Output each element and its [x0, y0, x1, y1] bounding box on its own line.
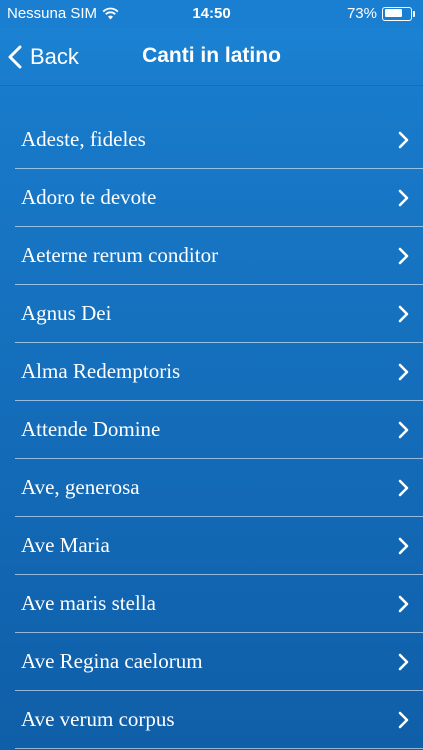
list-item-label: Aeterne rerum conditor [21, 243, 219, 267]
battery-tip [413, 10, 415, 17]
chevron-right-icon [398, 653, 409, 671]
list-item-label: Attende Domine [21, 417, 161, 441]
list-item[interactable]: Adeste, fideles [0, 111, 423, 169]
chevron-right-icon [398, 247, 409, 265]
list-item-label: Alma Redemptoris [21, 359, 181, 383]
list-item-label: Ave, generosa [21, 475, 140, 499]
song-list: Adeste, fideles Adoro te devote Aeterne re… [0, 111, 423, 749]
list-item[interactable]: Ave maris stella [0, 575, 423, 633]
battery-percent: 73% [346, 5, 377, 22]
list-item[interactable]: Adoro te devote [0, 169, 423, 227]
battery-icon [382, 6, 412, 21]
chevron-right-icon [398, 595, 409, 613]
status-right: 73% [347, 5, 415, 22]
list-item[interactable]: Alma Redemptoris [0, 343, 423, 401]
list-item[interactable]: Ave Regina caelorum [0, 633, 423, 691]
list-item[interactable]: Aeterne rerum conditor [0, 227, 423, 285]
chevron-right-icon [398, 363, 409, 381]
battery-level [384, 9, 403, 17]
list-item[interactable]: Agnus Dei [0, 285, 423, 343]
chevron-right-icon [398, 131, 409, 149]
page-title-text: Canti in latino [142, 44, 281, 67]
chevron-right-icon [398, 421, 409, 439]
list-item[interactable]: Ave verum corpus [0, 691, 423, 749]
list-item-label: Agnus Dei [21, 301, 112, 325]
list-item-label: Ave Maria [21, 533, 110, 557]
chevron-right-icon [398, 189, 409, 207]
navigation-bar: Back Canti in latino [0, 28, 423, 86]
chevron-right-icon [398, 479, 409, 497]
list-item[interactable]: Ave Maria [0, 517, 423, 575]
list-item-label: Adeste, fideles [21, 127, 146, 151]
page-title: Canti in latino [0, 44, 423, 68]
list-item-label: Ave Regina caelorum [21, 649, 203, 673]
list-item[interactable]: Ave, generosa [0, 459, 423, 517]
list-item[interactable]: Attende Domine [0, 401, 423, 459]
chevron-right-icon [398, 305, 409, 323]
list-item-label: Ave verum corpus [21, 707, 175, 731]
chevron-right-icon [398, 711, 409, 729]
chevron-right-icon [398, 537, 409, 555]
list-item-label: Ave maris stella [21, 591, 156, 615]
status-bar: Nessuna SIM 14:50 73% [0, 0, 423, 28]
list-item-label: Adoro te devote [21, 185, 157, 209]
